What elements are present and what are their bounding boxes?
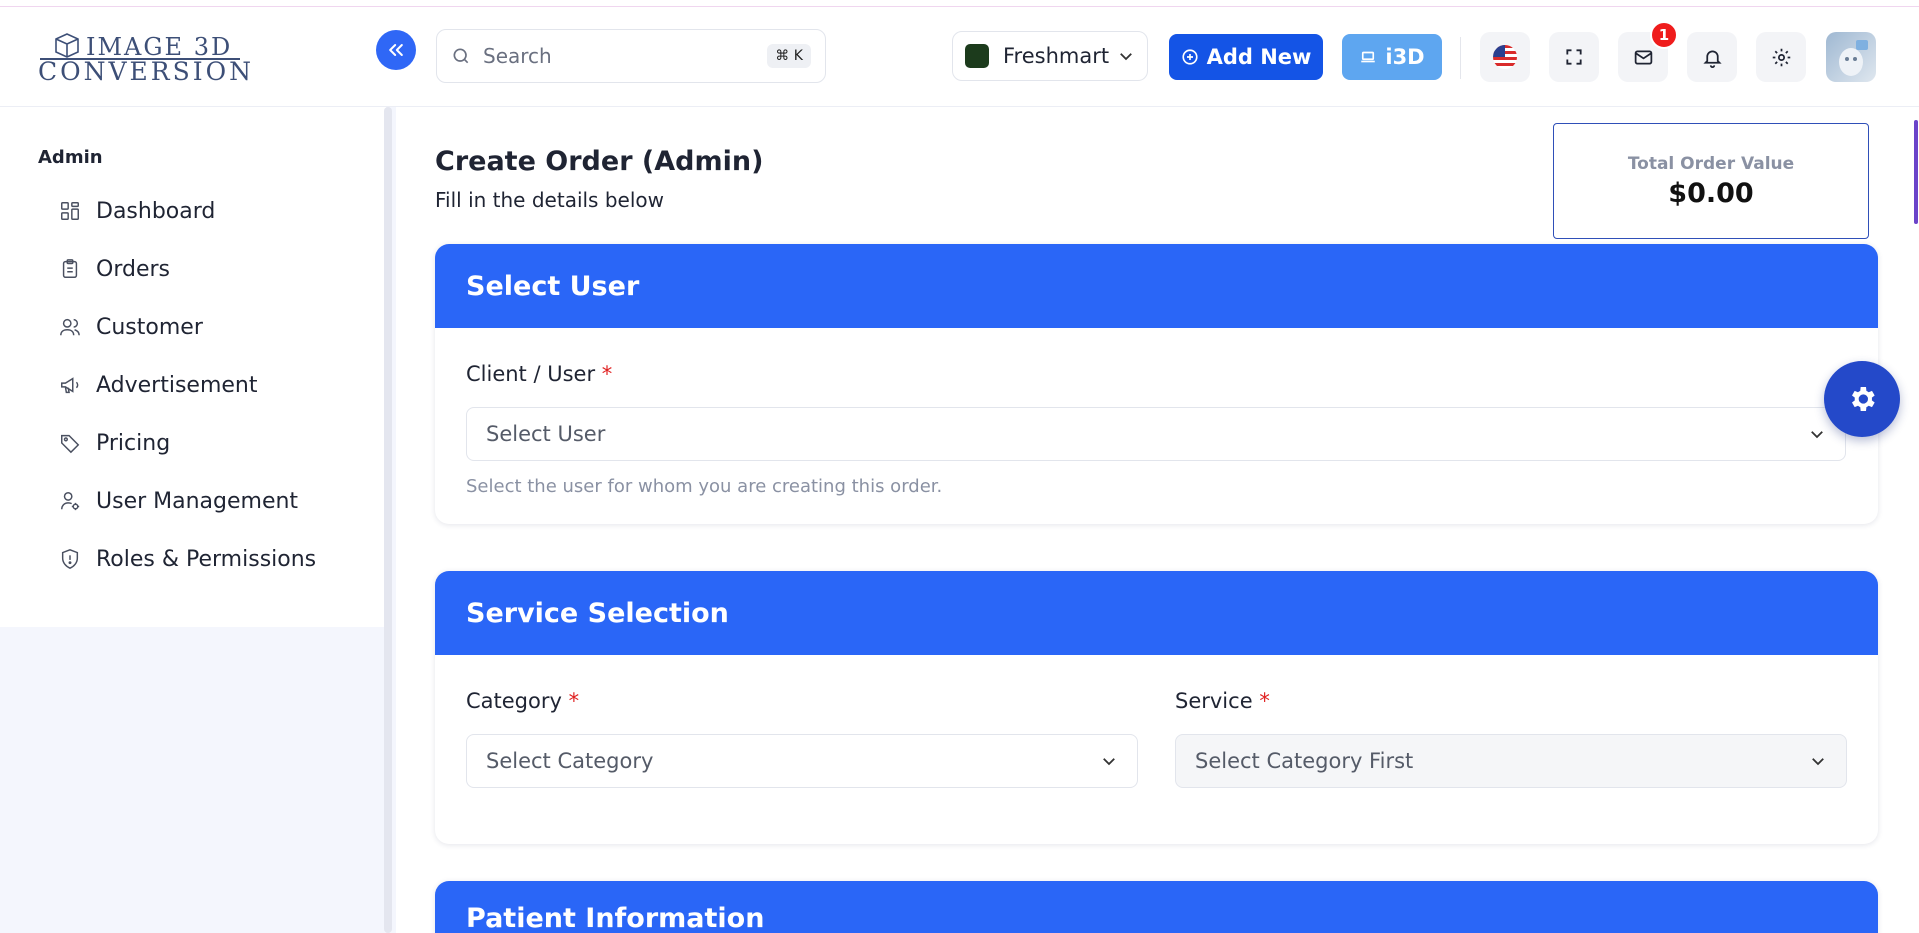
add-new-label: Add New	[1206, 45, 1312, 69]
notifications-button[interactable]	[1687, 32, 1737, 82]
sidebar-menu: Admin Dashboard Orders Customer Advertis…	[0, 107, 386, 627]
tag-icon	[58, 431, 82, 455]
chevron-down-icon	[1120, 53, 1132, 61]
chevron-down-icon	[1811, 431, 1823, 439]
chevron-down-icon	[1812, 758, 1824, 766]
page-scrollbar[interactable]	[1914, 120, 1918, 224]
select-user-card: Select User Client / User * Select User …	[435, 244, 1878, 524]
client-user-label-text: Client / User	[466, 362, 596, 386]
fullscreen-icon	[1566, 49, 1582, 65]
client-user-help-text: Select the user for whom you are creatin…	[466, 476, 943, 497]
sidebar-section-admin: Admin	[38, 147, 103, 168]
service-selection-heading: Service Selection	[435, 571, 1878, 655]
i3d-label: i3D	[1385, 45, 1425, 69]
service-label-text: Service	[1175, 689, 1253, 713]
fullscreen-button[interactable]	[1549, 32, 1599, 82]
total-order-value-card: Total Order Value $0.00	[1553, 123, 1869, 239]
header-divider	[1460, 37, 1461, 79]
avatar-image-icon	[1839, 40, 1868, 76]
sidebar-item-label: Advertisement	[96, 372, 258, 398]
client-user-select[interactable]: Select User	[466, 407, 1846, 461]
gear-icon	[1852, 387, 1875, 411]
bell-icon	[1702, 50, 1722, 68]
logo-text-line2: CONVERSION	[38, 57, 254, 86]
mail-icon	[1634, 50, 1652, 64]
patient-information-heading: Patient Information	[435, 881, 1878, 933]
laptop-icon	[1361, 51, 1376, 63]
select-user-heading: Select User	[435, 244, 1878, 328]
required-mark: *	[1259, 689, 1270, 713]
page-title: Create Order (Admin)	[435, 146, 764, 177]
collapse-sidebar-button[interactable]	[376, 30, 416, 70]
user-gear-icon	[58, 489, 82, 513]
patient-information-card: Patient Information	[435, 881, 1878, 933]
clipboard-icon	[58, 257, 82, 281]
sidebar-item-label: Pricing	[96, 430, 171, 456]
i3d-button[interactable]: i3D	[1342, 34, 1442, 80]
sidebar-item-label: Orders	[96, 256, 170, 282]
logo-area: IMAGE 3D CONVERSION	[0, 7, 396, 107]
sidebar-item-roles-permissions[interactable]: Roles & Permissions	[58, 539, 316, 579]
sidebar: IMAGE 3D CONVERSION Admin Dashboard Orde…	[0, 7, 396, 933]
megaphone-icon	[58, 373, 82, 397]
service-select[interactable]: Select Category First	[1175, 734, 1847, 788]
category-select[interactable]: Select Category	[466, 734, 1138, 788]
total-order-value-amount: $0.00	[1668, 178, 1754, 209]
store-name: Freshmart	[1003, 44, 1110, 68]
plus-circle-icon	[1181, 49, 1198, 65]
users-icon	[58, 315, 82, 339]
sidebar-item-pricing[interactable]: Pricing	[58, 423, 170, 463]
top-header: Search ⌘ K Freshmart Add New i3D 1	[396, 7, 1919, 107]
category-label-text: Category	[466, 689, 562, 713]
brand-logo[interactable]: IMAGE 3D CONVERSION	[36, 27, 251, 87]
sidebar-item-label: Customer	[96, 314, 203, 340]
required-mark: *	[568, 689, 580, 713]
dashboard-icon	[58, 199, 82, 223]
shield-icon	[58, 547, 82, 571]
client-user-label: Client / User *	[466, 362, 612, 386]
double-chevron-left-icon	[389, 44, 403, 56]
service-selection-card: Service Selection Category * Select Cate…	[435, 571, 1878, 844]
service-select-value: Select Category First	[1195, 749, 1414, 773]
sidebar-item-dashboard[interactable]: Dashboard	[58, 191, 215, 231]
chevron-down-icon	[1103, 758, 1115, 766]
floating-settings-button[interactable]	[1824, 361, 1900, 437]
sidebar-item-label: User Management	[96, 488, 299, 514]
mail-count-badge: 1	[1650, 21, 1678, 49]
page-subtitle: Fill in the details below	[435, 188, 664, 212]
language-button[interactable]	[1480, 32, 1530, 82]
store-selector[interactable]: Freshmart	[952, 31, 1148, 81]
category-select-value: Select Category	[486, 749, 654, 773]
sidebar-item-user-management[interactable]: User Management	[58, 481, 298, 521]
service-label: Service *	[1175, 689, 1270, 713]
settings-button[interactable]	[1756, 32, 1806, 82]
client-user-select-value: Select User	[486, 422, 606, 446]
required-mark: *	[601, 362, 613, 386]
us-flag-icon	[1493, 45, 1517, 69]
category-label: Category *	[466, 689, 579, 713]
cube-logo-icon	[55, 33, 79, 58]
gear-icon	[1772, 48, 1790, 66]
search-input[interactable]: Search ⌘ K	[436, 29, 826, 83]
search-icon	[453, 48, 469, 64]
sidebar-item-orders[interactable]: Orders	[58, 249, 170, 289]
sidebar-item-label: Roles & Permissions	[96, 546, 317, 572]
sidebar-item-customer[interactable]: Customer	[58, 307, 203, 347]
sidebar-item-label: Dashboard	[96, 198, 216, 224]
add-new-button[interactable]: Add New	[1169, 34, 1323, 80]
avatar[interactable]	[1826, 32, 1876, 82]
search-shortcut: ⌘ K	[767, 44, 811, 68]
total-order-value-label: Total Order Value	[1627, 154, 1795, 174]
sidebar-item-advertisement[interactable]: Advertisement	[58, 365, 258, 405]
sidebar-scrollbar[interactable]	[384, 107, 392, 933]
top-border	[0, 0, 1919, 7]
store-logo-icon	[965, 44, 989, 68]
search-placeholder: Search	[483, 44, 552, 68]
